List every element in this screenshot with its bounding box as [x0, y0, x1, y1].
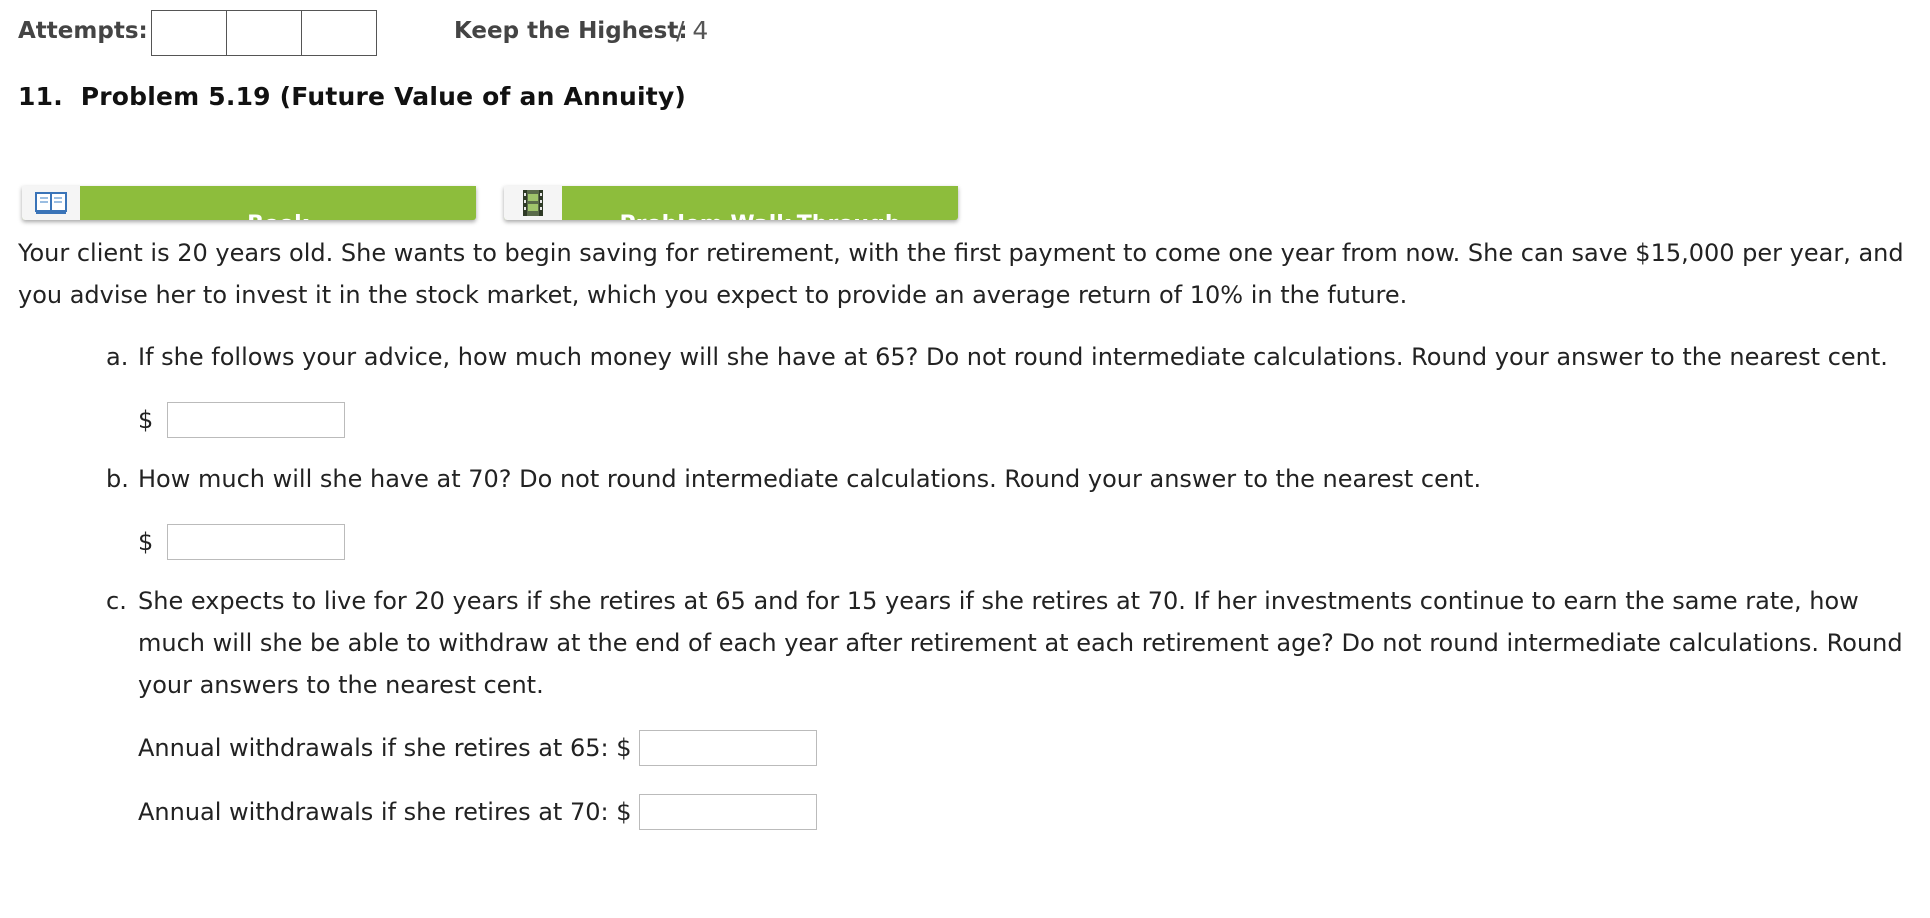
- question-a-letter: a.: [106, 343, 129, 371]
- problem-walkthrough-button[interactable]: Problem Walk-Through: [504, 186, 958, 220]
- attempt-slot-1: [151, 10, 226, 56]
- withdrawal-65-row: Annual withdrawals if she retires at 65:…: [138, 730, 818, 766]
- attempt-boxes: [151, 10, 377, 56]
- withdrawal-65-input[interactable]: [639, 730, 818, 766]
- score-display: / 4: [676, 16, 709, 45]
- problem-title: 11. Problem 5.19 (Future Value of an Ann…: [18, 82, 687, 111]
- book-icon: [22, 186, 80, 220]
- answer-b-input[interactable]: [167, 524, 346, 560]
- question-b-text: How much will she have at 70? Do not rou…: [138, 465, 1482, 493]
- book-button[interactable]: Book: [22, 186, 476, 220]
- withdrawal-65-label: Annual withdrawals if she retires at 65:…: [138, 734, 632, 762]
- film-icon: [504, 186, 562, 220]
- attempts-label: Attempts:: [18, 18, 148, 44]
- question-c-text: She expects to live for 20 years if she …: [138, 587, 1903, 699]
- currency-symbol: $: [138, 406, 154, 434]
- currency-symbol: $: [138, 528, 154, 556]
- problem-statement: Your client is 20 years old. She wants t…: [18, 239, 1904, 309]
- attempt-slot-3: [301, 10, 377, 56]
- question-a-text: If she follows your advice, how much mon…: [138, 343, 1888, 371]
- question-a: a. If she follows your advice, how much …: [106, 336, 1926, 378]
- problem-walkthrough-label: Problem Walk-Through: [562, 212, 958, 220]
- book-button-label: Book: [80, 212, 476, 220]
- question-c-letter: c.: [106, 587, 127, 615]
- question-b: b. How much will she have at 70? Do not …: [106, 458, 1926, 500]
- question-b-letter: b.: [106, 465, 129, 493]
- attempt-slot-2: [226, 10, 301, 56]
- withdrawal-70-label: Annual withdrawals if she retires at 70:…: [138, 798, 632, 826]
- answer-b-row: $: [138, 524, 346, 560]
- withdrawal-70-input[interactable]: [639, 794, 818, 830]
- answer-a-row: $: [138, 402, 346, 438]
- question-c: c. She expects to live for 20 years if s…: [106, 580, 1906, 706]
- withdrawal-70-row: Annual withdrawals if she retires at 70:…: [138, 794, 818, 830]
- answer-a-input[interactable]: [167, 402, 346, 438]
- keep-highest-label: Keep the Highest:: [454, 18, 688, 44]
